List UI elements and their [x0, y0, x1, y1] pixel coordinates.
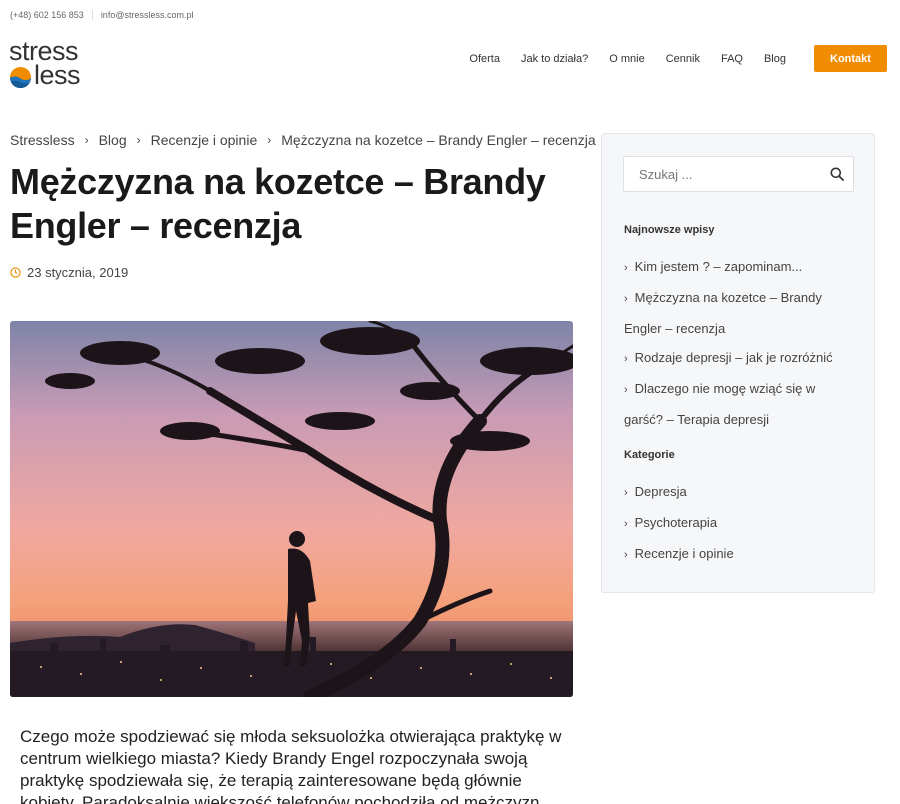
post-date: 23 stycznia, 2019 — [10, 265, 128, 280]
category-link[interactable]: Psychoterapia — [635, 515, 717, 530]
category-link[interactable]: Recenzje i opinie — [635, 546, 734, 561]
logo-sun-icon — [9, 66, 32, 89]
clock-icon — [10, 267, 21, 278]
breadcrumb-current: Mężczyzna na kozetce – Brandy Engler – r… — [281, 132, 596, 148]
search-input[interactable] — [624, 157, 814, 191]
category-item[interactable]: › Psychoterapia — [624, 508, 854, 539]
breadcrumb-category[interactable]: Recenzje i opinie — [151, 132, 258, 148]
recent-post-item[interactable]: › Kim jestem ? – zapominam... — [624, 252, 854, 283]
divider — [91, 10, 93, 20]
recent-post-link[interactable]: Dlaczego nie mogę wziąć się w garść? – T… — [624, 381, 815, 427]
chevron-right-icon: › — [624, 487, 628, 499]
category-link[interactable]: Depresja — [635, 484, 687, 499]
category-item[interactable]: › Depresja — [624, 477, 854, 508]
breadcrumb-blog[interactable]: Blog — [99, 132, 127, 148]
main-nav: Oferta Jak to działa? O mnie Cennik FAQ … — [448, 45, 887, 72]
email-link[interactable]: info@stressless.com.pl — [101, 10, 194, 20]
contact-button[interactable]: Kontakt — [814, 45, 887, 72]
phone-number[interactable]: (+48) 602 156 853 — [10, 10, 84, 20]
chevron-right-icon: › — [624, 353, 628, 365]
recent-post-link[interactable]: Mężczyzna na kozetce – Brandy Engler – r… — [624, 290, 822, 336]
logo-word-less: less — [34, 60, 81, 90]
categories-title: Kategorie — [624, 449, 675, 461]
recent-post-item[interactable]: › Dlaczego nie mogę wziąć się w garść? – … — [624, 374, 854, 434]
breadcrumb: Stressless › Blog › Recenzje i opinie › … — [10, 132, 596, 148]
search-form — [623, 156, 854, 192]
nav-oferta[interactable]: Oferta — [469, 53, 500, 65]
nav-faq[interactable]: FAQ — [721, 53, 743, 65]
recent-post-item[interactable]: › Rodzaje depresji – jak je rozróżnić — [624, 343, 854, 374]
recent-post-link[interactable]: Kim jestem ? – zapominam... — [635, 259, 803, 274]
search-icon[interactable] — [830, 167, 844, 181]
category-item[interactable]: › Recenzje i opinie — [624, 539, 854, 570]
page-title: Mężczyzna na kozetce – Brandy Engler – r… — [10, 161, 546, 246]
post-date-text: 23 stycznia, 2019 — [27, 265, 129, 280]
chevron-right-icon: › — [136, 133, 141, 147]
chevron-right-icon: › — [624, 518, 628, 530]
chevron-right-icon: › — [624, 549, 628, 561]
chevron-right-icon: › — [267, 133, 272, 147]
site-logo[interactable]: stress less — [9, 38, 89, 92]
post-excerpt: Czego może spodziewać się młoda seksuolo… — [20, 727, 562, 804]
nav-blog[interactable]: Blog — [764, 53, 786, 65]
sidebar: Najnowsze wpisy › Kim jestem ? – zapomina… — [601, 133, 875, 593]
nav-cennik[interactable]: Cennik — [666, 53, 700, 65]
chevron-right-icon: › — [84, 133, 89, 147]
recent-posts-title: Najnowsze wpisy — [624, 224, 715, 236]
recent-post-link[interactable]: Rodzaje depresji – jak je rozróżnić — [635, 350, 833, 365]
chevron-right-icon: › — [624, 293, 628, 305]
nav-o-mnie[interactable]: O mnie — [609, 53, 644, 65]
breadcrumb-home[interactable]: Stressless — [10, 132, 75, 148]
featured-image — [10, 321, 573, 697]
recent-posts-list: › Kim jestem ? – zapominam... › Mężczyzna … — [624, 252, 854, 434]
chevron-right-icon: › — [624, 384, 628, 396]
recent-post-item[interactable]: › Mężczyzna na kozetce – Brandy Engler – … — [624, 283, 854, 343]
nav-jak-to-dziala[interactable]: Jak to działa? — [521, 53, 588, 65]
contact-bar: (+48) 602 156 853 info@stressless.com.pl — [10, 10, 193, 20]
categories-list: › Depresja › Psychoterapia › Recenzje i opi… — [624, 477, 854, 570]
chevron-right-icon: › — [624, 262, 628, 274]
